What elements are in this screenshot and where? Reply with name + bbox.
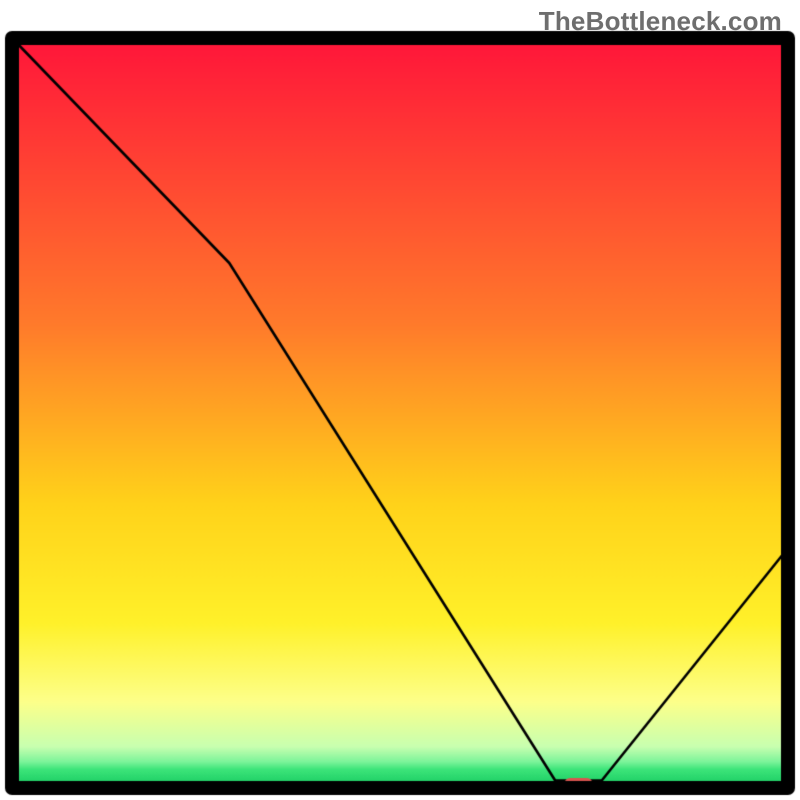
chart-frame: TheBottleneck.com xyxy=(0,0,800,800)
bottleneck-curve-chart xyxy=(0,0,800,800)
watermark-text: TheBottleneck.com xyxy=(539,6,782,37)
